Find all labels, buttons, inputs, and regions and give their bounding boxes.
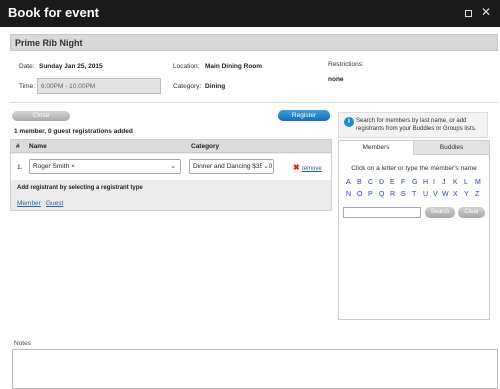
remove-label: remove (301, 166, 322, 172)
letter-j[interactable]: J (442, 179, 446, 186)
notes-label: Notes (14, 340, 31, 347)
tab-buddies[interactable]: Buddies (414, 141, 489, 155)
register-button[interactable]: Register (278, 110, 330, 121)
close-icon[interactable]: ✕ (481, 5, 491, 19)
hint-text: Search for members by last name, or add … (356, 118, 477, 132)
letter-w[interactable]: W (442, 191, 449, 198)
letter-l[interactable]: L (464, 179, 468, 186)
letter-v[interactable]: V (433, 191, 438, 198)
col-name: Name (29, 143, 47, 150)
table-row: 1. Roger Smith × ⌄ Dinner and Dancing $35… (11, 154, 331, 180)
member-search-panel: Members Buddies Click on a letter or typ… (338, 140, 490, 320)
letter-z[interactable]: Z (475, 191, 479, 198)
divider (10, 102, 498, 103)
registration-summary: 1 member, 0 guest registrations added (14, 128, 133, 135)
letter-t[interactable]: T (412, 191, 416, 198)
close-button[interactable]: Close (12, 111, 70, 121)
clear-button[interactable]: Clear (458, 207, 485, 218)
window-title: Book for event (8, 5, 100, 20)
letter-i[interactable]: I (433, 179, 435, 186)
letter-x[interactable]: X (453, 191, 458, 198)
maximize-icon[interactable] (465, 10, 472, 17)
letter-d[interactable]: D (379, 179, 384, 186)
search-instruction: Click on a letter or type the member's n… (351, 165, 477, 172)
letter-h[interactable]: H (423, 179, 428, 186)
time-label: Time: (19, 83, 36, 90)
guest-link[interactable]: Guest (46, 200, 63, 207)
search-hint: i Search for members by last name, or ad… (338, 112, 488, 138)
registrant-name-select[interactable]: Roger Smith × ⌄ (29, 159, 181, 174)
col-num: # (16, 143, 20, 150)
search-button[interactable]: Search (425, 207, 455, 218)
event-header: Prime Rib Night (10, 34, 498, 51)
table-header: # Name Category (11, 140, 331, 153)
date-value: Sunday Jan 25, 2015 (39, 63, 103, 70)
category-select[interactable]: Dinner and Dancing $35.00 ⌄ (189, 159, 274, 174)
letter-s[interactable]: S (401, 191, 406, 198)
letter-o[interactable]: O (357, 191, 362, 198)
remove-link[interactable]: ✖ remove (293, 163, 322, 172)
letter-f[interactable]: F (401, 179, 405, 186)
event-name: Prime Rib Night (15, 38, 83, 48)
letter-m[interactable]: M (475, 179, 481, 186)
letter-n[interactable]: N (346, 191, 351, 198)
date-label: Date: (19, 63, 35, 70)
category-value: Dining (205, 83, 226, 90)
location-label: Location: (173, 63, 200, 70)
time-field: 6:00PM - 10:00PM (37, 78, 161, 94)
chevron-down-icon[interactable]: ⌄ (262, 162, 269, 170)
row-number: 1. (17, 164, 23, 171)
registrant-table: # Name Category 1. Roger Smith × ⌄ Dinner… (10, 139, 332, 211)
letter-a[interactable]: A (346, 179, 351, 186)
category-select-value: Dinner and Dancing $35.00 (193, 163, 273, 170)
letter-e[interactable]: E (390, 179, 395, 186)
location-value: Main Dining Room (205, 63, 263, 70)
col-category: Category (191, 143, 220, 150)
registrant-name: Roger Smith (33, 163, 70, 170)
remove-x-icon: ✖ (293, 163, 300, 172)
category-label: Category: (173, 83, 202, 90)
letter-k[interactable]: K (453, 179, 458, 186)
notes-textarea[interactable] (12, 349, 498, 389)
registrant-tag: Roger Smith × (33, 163, 75, 170)
letter-b[interactable]: B (357, 179, 362, 186)
add-registrant-label: Add registrant by selecting a registrant… (17, 185, 143, 191)
letter-p[interactable]: P (368, 191, 373, 198)
info-icon: i (344, 117, 354, 127)
member-link[interactable]: Member (17, 200, 41, 207)
restrictions-value: none (328, 76, 344, 83)
restrictions-label: Restrictions: (328, 61, 364, 68)
tag-remove-icon[interactable]: × (71, 163, 75, 170)
letter-u[interactable]: U (423, 191, 428, 198)
letter-g[interactable]: G (412, 179, 417, 186)
letter-c[interactable]: C (368, 179, 373, 186)
member-search-input[interactable] (343, 207, 421, 218)
title-bar: Book for event ✕ (0, 0, 500, 27)
chevron-down-icon[interactable]: ⌄ (170, 162, 176, 170)
tab-members[interactable]: Members (339, 141, 414, 155)
letter-r[interactable]: R (390, 191, 395, 198)
letter-y[interactable]: Y (464, 191, 469, 198)
letter-q[interactable]: Q (379, 191, 384, 198)
